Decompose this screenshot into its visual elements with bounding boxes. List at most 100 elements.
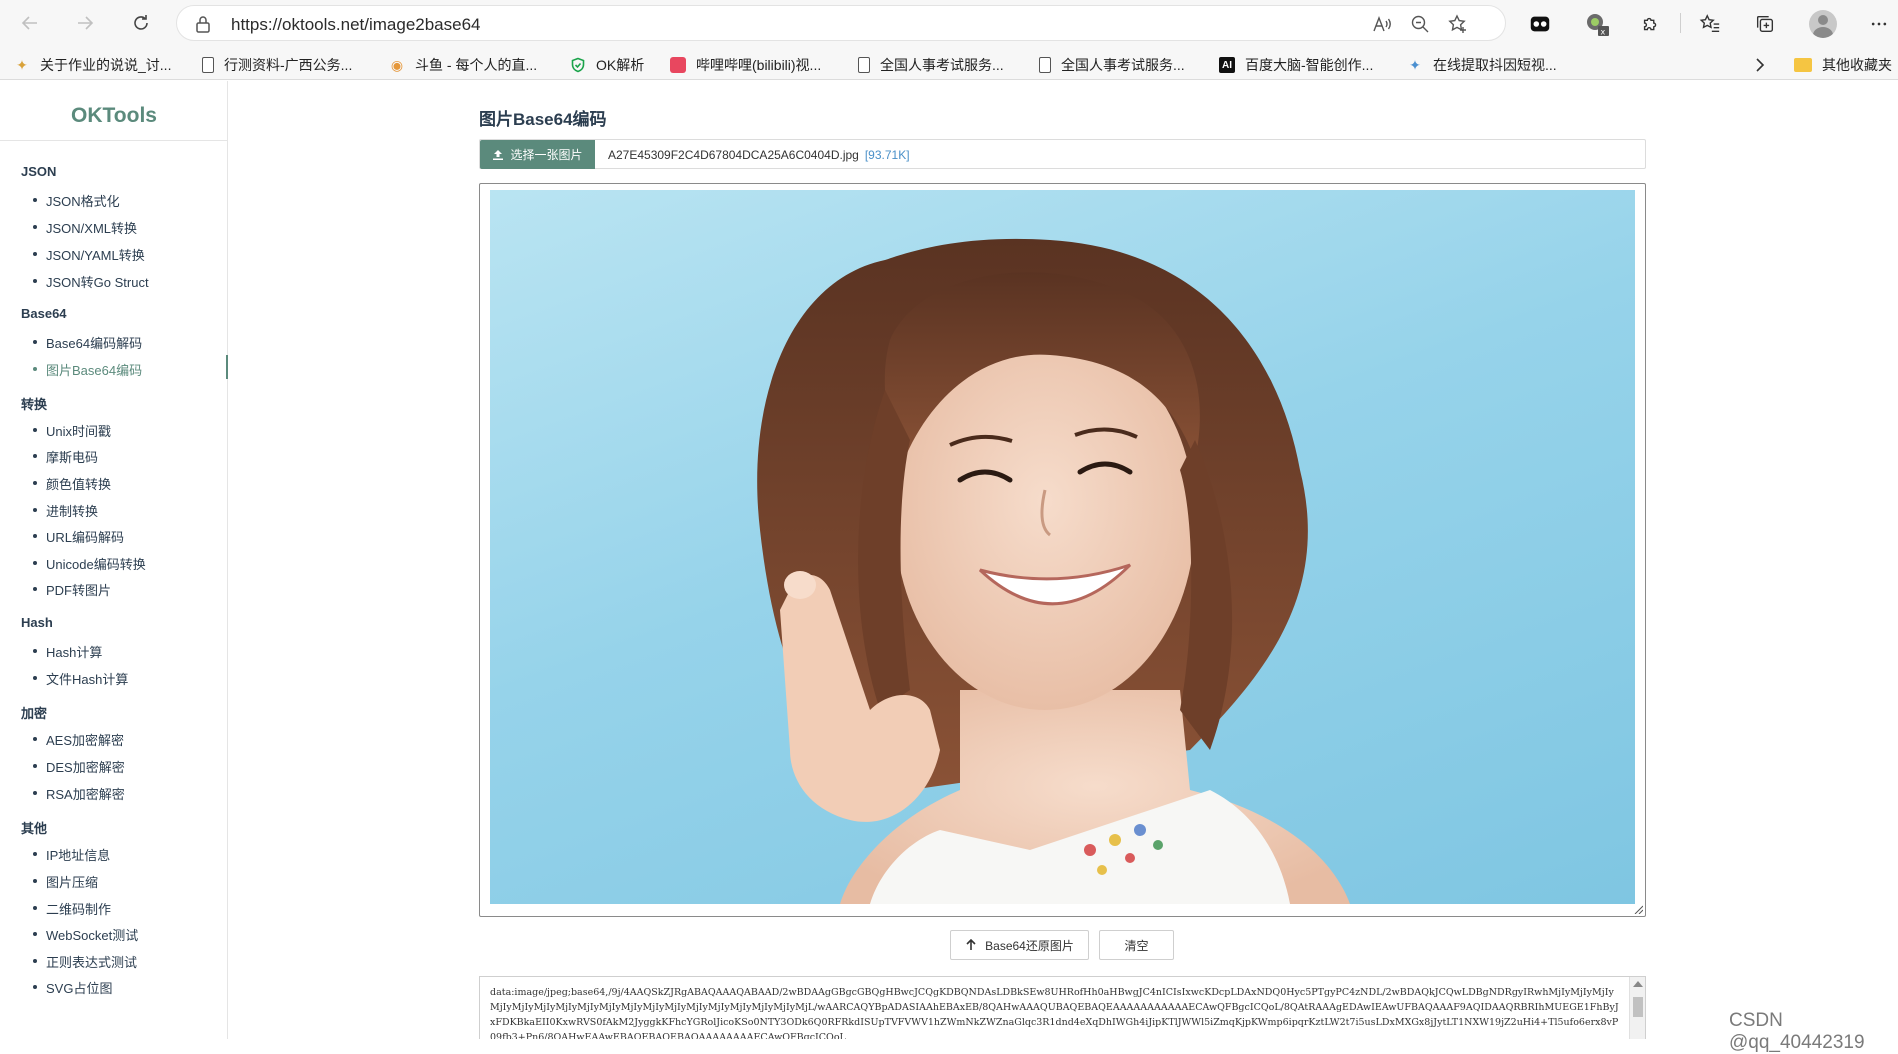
page-icon (202, 57, 214, 73)
bilibili-icon (670, 57, 686, 73)
choose-image-button[interactable]: 选择一张图片 (480, 140, 595, 169)
bookmark-item[interactable]: 全国人事考试服务... (1039, 54, 1185, 76)
sidebar-item-qrcode[interactable]: 二维码制作 (32, 899, 111, 918)
restore-label: Base64还原图片 (985, 938, 1074, 953)
sidebar-item-url[interactable]: URL编码解码 (32, 527, 124, 546)
watermark: CSDN @qq_40442319 (1729, 1010, 1865, 1053)
bookmark-item[interactable]: 全国人事考试服务... (858, 54, 1004, 76)
svg-text:x: x (1601, 28, 1606, 37)
folder-icon (1794, 58, 1812, 72)
sidebar-item-color[interactable]: 颜色值转换 (32, 474, 111, 493)
bookmark-label: 关于作业的说说_讨... (40, 57, 172, 73)
refresh-icon (134, 15, 148, 30)
lock-icon (196, 16, 210, 33)
sidebar-item-svg[interactable]: SVG占位图 (32, 978, 112, 997)
sidebar-item-json-yaml[interactable]: JSON/YAML转换 (33, 245, 145, 264)
refresh-button[interactable] (126, 8, 156, 38)
zoom-out-icon[interactable] (1409, 13, 1431, 35)
base64-output-text[interactable]: data:image/jpeg;base64,/9j/4AAQSkZJRgABA… (490, 985, 1620, 1039)
scroll-thumb[interactable] (1633, 997, 1643, 1017)
sidebar-item-regex[interactable]: 正则表达式测试 (32, 952, 137, 971)
sidebar-group-hash: Hash (21, 615, 53, 630)
douyu-icon: ◉ (390, 56, 404, 73)
profile-avatar[interactable] (1809, 10, 1837, 38)
base64-output-textarea[interactable]: data:image/jpeg;base64,/9j/4AAQSkZJRgABA… (479, 976, 1646, 1039)
clear-button[interactable]: 清空 (1099, 930, 1174, 960)
bookmark-item[interactable]: OK解析 (570, 54, 644, 76)
address-bar[interactable]: https://oktools.net/image2base64 (176, 5, 1506, 41)
choose-image-label: 选择一张图片 (510, 148, 583, 162)
bookmark-folder-other[interactable]: 其他收藏夹 (1794, 54, 1892, 76)
page-icon (1039, 57, 1051, 73)
collections-icon[interactable] (1752, 11, 1778, 37)
upload-icon (493, 149, 504, 160)
site-logo[interactable]: OKTools (0, 81, 228, 141)
sidebar: OKTools JSON JSON格式化 JSON/XML转换 JSON/YAM… (0, 81, 228, 1039)
sidebar-item-websocket[interactable]: WebSocket测试 (32, 925, 138, 944)
base64-restore-button[interactable]: Base64还原图片 (950, 930, 1089, 960)
sidebar-item-ip[interactable]: IP地址信息 (32, 845, 110, 864)
scrollbar[interactable] (1629, 977, 1645, 1039)
selected-file: A27E45309F2C4D67804DCA25A6C0404D.jpg [93.… (608, 148, 910, 162)
image-preview (490, 190, 1635, 904)
extensions-puzzle-icon[interactable] (1638, 11, 1664, 37)
sidebar-item-radix[interactable]: 进制转换 (32, 501, 98, 520)
active-indicator (226, 355, 228, 379)
sidebar-item-aes[interactable]: AES加密解密 (32, 730, 124, 749)
back-button[interactable] (15, 8, 45, 38)
main-panel: 图片Base64编码 选择一张图片 A27E45309F2C4D67804DCA… (479, 81, 1649, 1039)
extension-1-icon[interactable] (1527, 11, 1553, 37)
sidebar-item-file-hash[interactable]: 文件Hash计算 (32, 669, 128, 688)
forward-button[interactable] (70, 8, 100, 38)
bookmark-item[interactable]: 行测资料-广西公务... (202, 54, 352, 76)
bookmark-label: 百度大脑-智能创作... (1245, 57, 1374, 73)
bookmark-item[interactable]: ✦ 在线提取抖因短视... (1407, 54, 1557, 76)
sidebar-group-json: JSON (21, 164, 57, 179)
scroll-up-arrow[interactable] (1633, 981, 1643, 987)
resize-grip-icon[interactable] (1633, 904, 1643, 914)
favorites-icon[interactable] (1697, 11, 1723, 37)
sidebar-item-des[interactable]: DES加密解密 (33, 757, 125, 776)
sidebar-item-json-format[interactable]: JSON格式化 (33, 191, 120, 210)
bookmark-item[interactable]: ✦ 关于作业的说说_讨... (14, 54, 171, 76)
ai-icon: AI (1219, 57, 1235, 73)
sidebar-item-hash[interactable]: Hash计算 (32, 642, 102, 661)
file-picker: 选择一张图片 A27E45309F2C4D67804DCA25A6C0404D.… (479, 139, 1646, 169)
portrait-photo (757, 238, 1350, 904)
arrow-right-icon (78, 16, 94, 30)
url-text[interactable]: https://oktools.net/image2base64 (231, 15, 481, 35)
sidebar-item-rsa[interactable]: RSA加密解密 (33, 784, 125, 803)
image-preview-box (479, 183, 1646, 917)
bird-icon: ✦ (16, 56, 28, 73)
bookmark-item[interactable]: AI 百度大脑-智能创作... (1219, 54, 1373, 76)
shield-check-icon (570, 57, 586, 73)
more-menu-icon[interactable] (1866, 11, 1892, 37)
bookmark-item[interactable]: 哔哩哔哩(bilibili)视... (670, 54, 821, 76)
sidebar-item-unicode[interactable]: Unicode编码转换 (33, 554, 146, 573)
read-aloud-icon[interactable] (1371, 13, 1393, 35)
bookmark-item[interactable]: ◉ 斗鱼 - 每个人的直... (389, 54, 537, 76)
chevron-right-icon[interactable] (1750, 56, 1768, 74)
sidebar-group-crypto: 加密 (21, 706, 48, 721)
sidebar-group-base64: Base64 (21, 306, 67, 321)
sidebar-item-json-xml[interactable]: JSON/XML转换 (32, 218, 137, 237)
sidebar-item-pdf[interactable]: PDF转图片 (32, 580, 111, 599)
action-row: Base64还原图片 清空 (479, 930, 1646, 960)
sidebar-item-image-compress[interactable]: 图片压缩 (32, 872, 98, 891)
sidebar-item-unix-time[interactable]: Unix时间戳 (32, 421, 111, 440)
extension-2-icon[interactable]: x (1584, 11, 1610, 37)
sidebar-group-convert: 转换 (21, 397, 48, 412)
page-title: 图片Base64编码 (479, 110, 607, 129)
add-favorite-icon[interactable] (1447, 13, 1469, 35)
sidebar-item-json-go[interactable]: JSON转Go Struct (33, 272, 149, 291)
sidebar-item-morse[interactable]: 摩斯电码 (32, 447, 98, 466)
bookmark-label: 其他收藏夹 (1822, 57, 1892, 73)
sidebar-item-image-base64[interactable]: 图片Base64编码 (32, 360, 142, 379)
bookmark-label: 行测资料-广西公务... (224, 57, 353, 73)
bookmark-label: 在线提取抖因短视... (1433, 57, 1557, 73)
bird-icon: ✦ (1409, 56, 1421, 73)
arrow-left-icon (21, 16, 37, 30)
sidebar-item-base64[interactable]: Base64编码解码 (32, 333, 142, 352)
bookmark-label: 全国人事考试服务... (1061, 57, 1185, 73)
bookmarks-bar: ✦ 关于作业的说说_讨... 行测资料-广西公务... ◉ 斗鱼 - 每个人的直… (0, 50, 1898, 80)
